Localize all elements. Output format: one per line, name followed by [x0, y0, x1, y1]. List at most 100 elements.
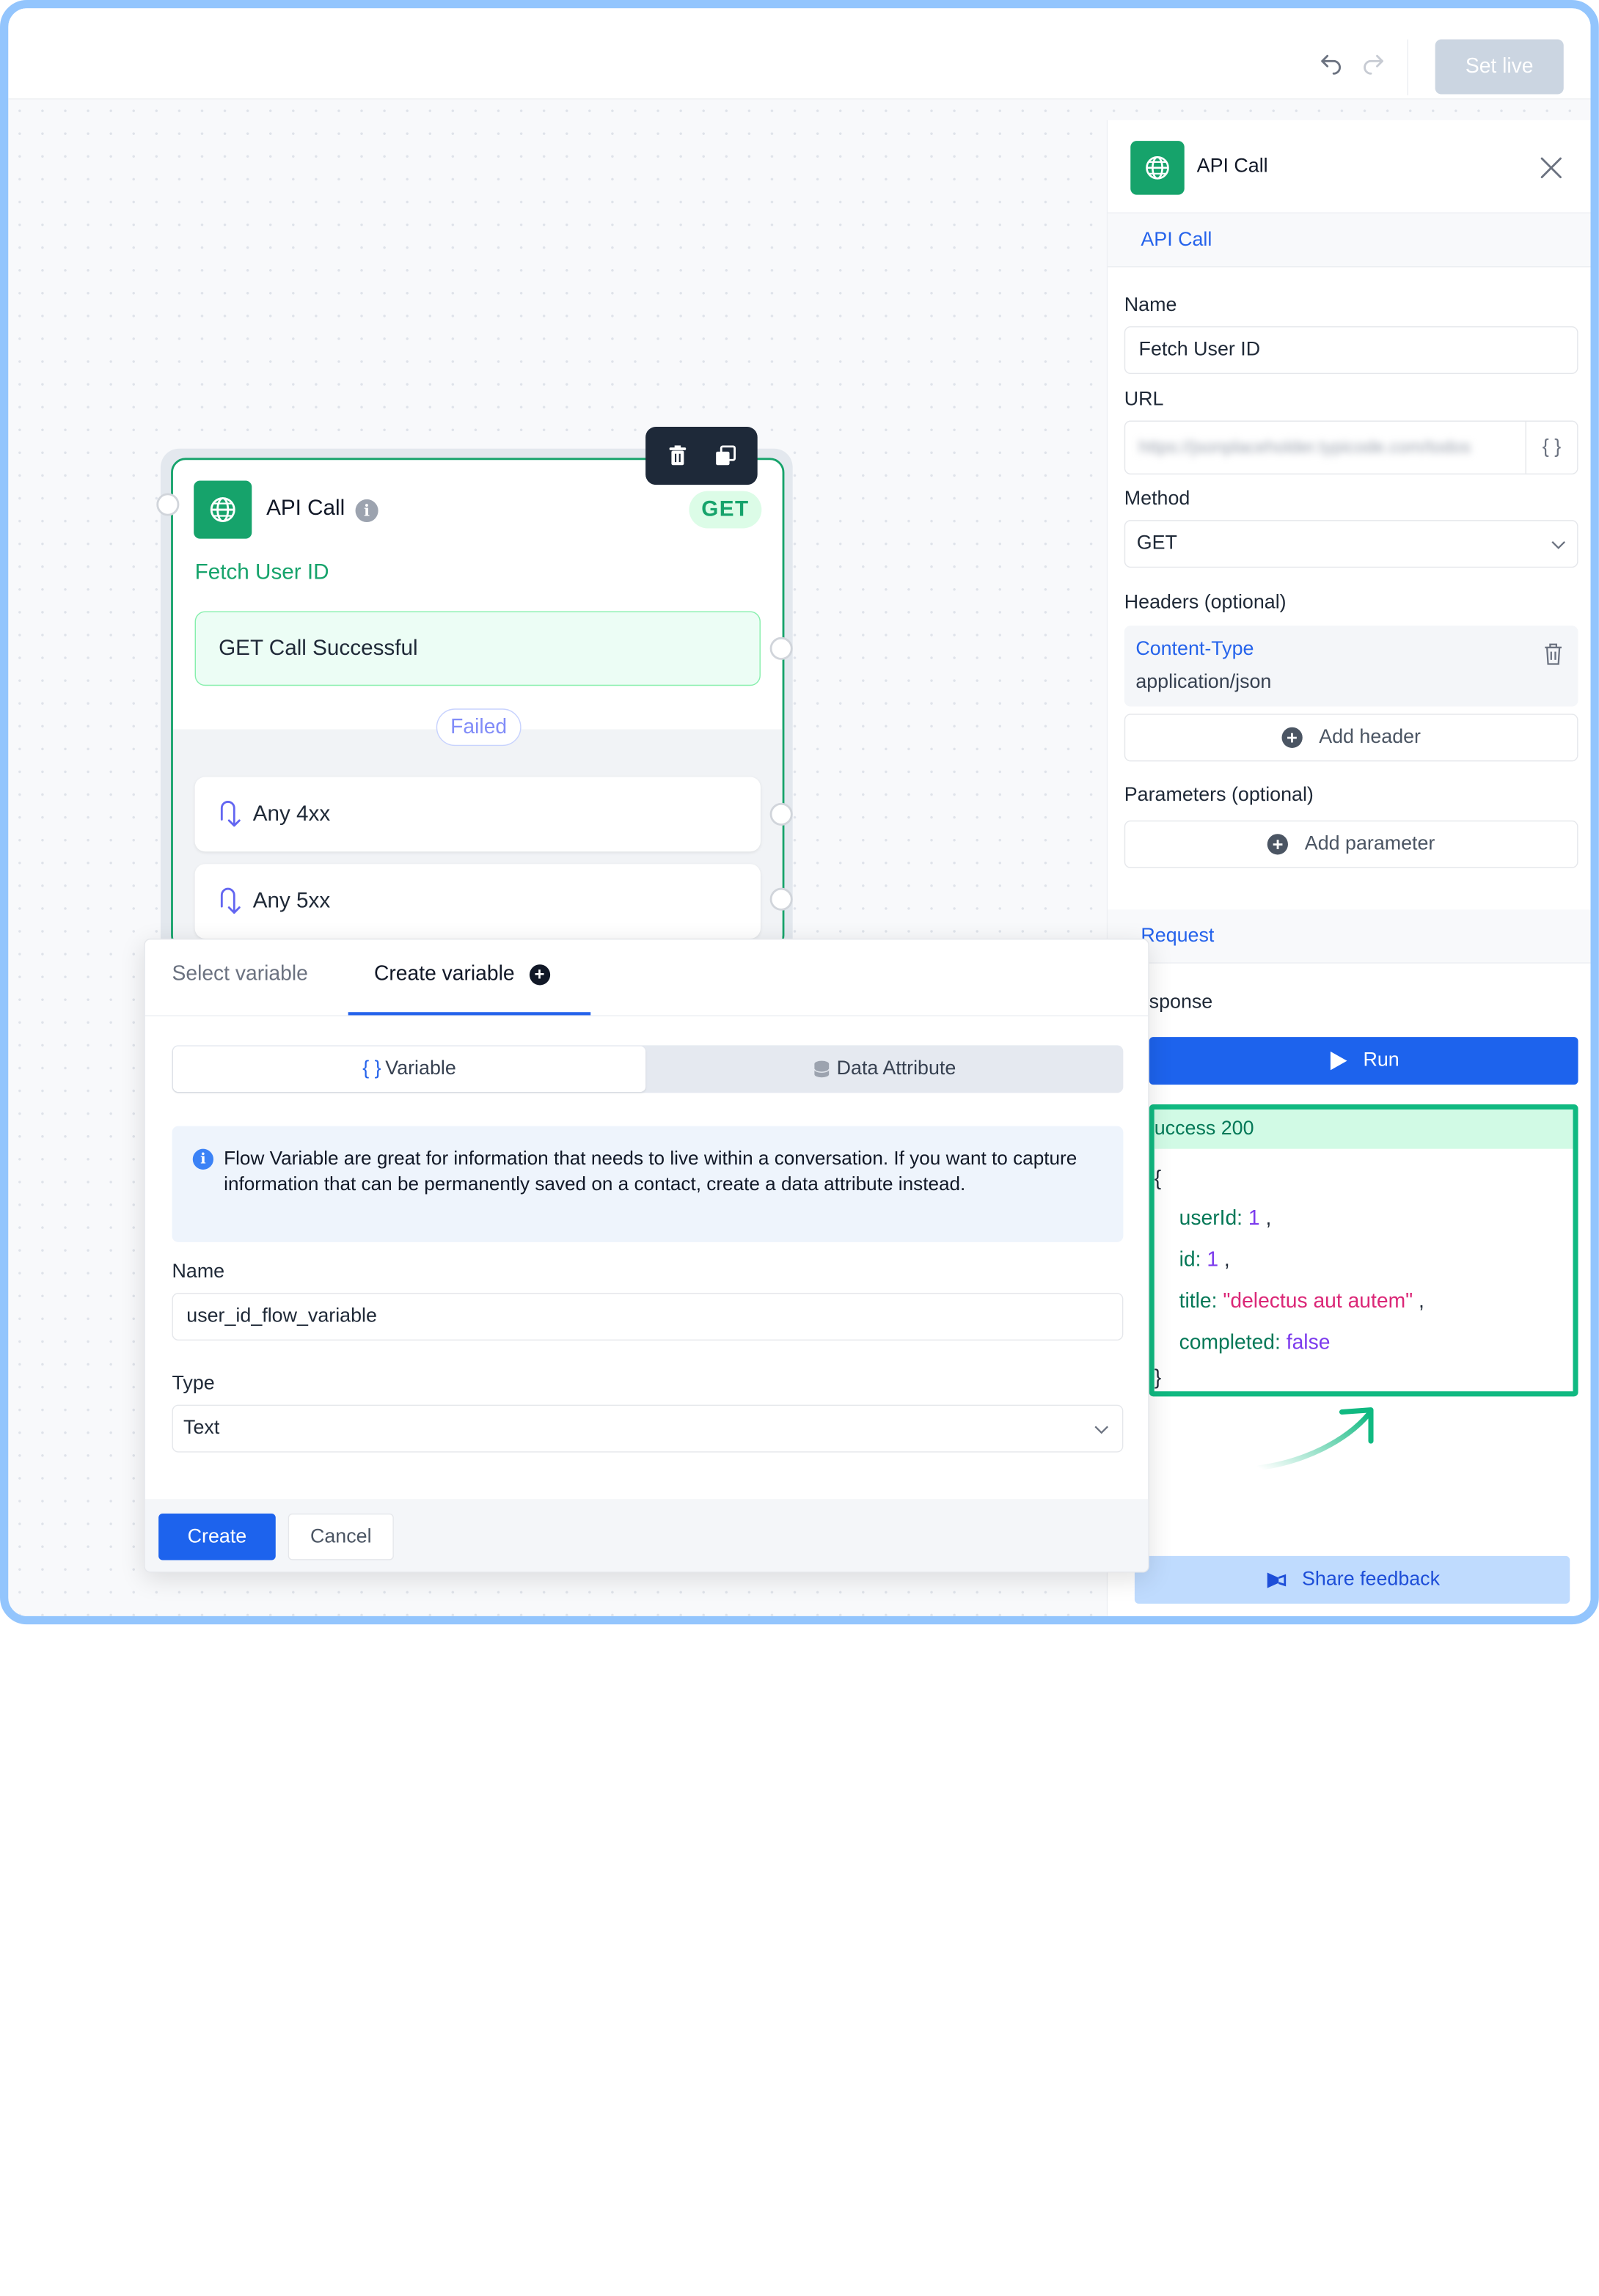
panel-header: API Call	[1108, 120, 1591, 214]
success-path-label: GET Call Successful	[219, 636, 418, 660]
error-path-4xx[interactable]: Any 4xx	[194, 777, 761, 852]
run-button[interactable]: Run	[1149, 1037, 1578, 1085]
globe-icon	[1130, 141, 1185, 195]
cancel-button[interactable]: Cancel	[288, 1513, 394, 1560]
add-parameter-button[interactable]: + Add parameter	[1124, 820, 1578, 868]
parameters-label: Parameters (optional)	[1124, 784, 1314, 807]
plus-circle-icon: +	[1267, 834, 1289, 855]
set-live-button[interactable]: Set live	[1435, 39, 1564, 95]
api-call-node[interactable]: API Call i GET Fetch User ID GET Call Su…	[171, 458, 785, 950]
info-callout: i Flow Variable are great for informatio…	[172, 1126, 1124, 1242]
run-label: Run	[1363, 1049, 1399, 1071]
success-path[interactable]: GET Call Successful	[194, 611, 761, 686]
node-toolbar	[645, 427, 758, 485]
trash-icon[interactable]	[665, 442, 692, 469]
share-feedback-button[interactable]: Share feedback	[1134, 1555, 1570, 1604]
trash-icon[interactable]	[1541, 640, 1566, 667]
undo-icon[interactable]	[1316, 50, 1345, 79]
method-select[interactable]: GET	[1124, 520, 1578, 568]
close-icon[interactable]	[1537, 153, 1566, 183]
json-line-title: title: "delectus aut autem" ,	[1179, 1289, 1424, 1313]
response-label: sponse	[1149, 991, 1213, 1013]
json-line-completed: completed: false	[1179, 1331, 1331, 1354]
variable-type-select[interactable]: Text	[172, 1404, 1124, 1453]
info-icon: i	[192, 1148, 214, 1170]
name-field-value: Fetch User ID	[1138, 338, 1261, 361]
name-field[interactable]: Fetch User ID	[1124, 326, 1578, 374]
node-name: Fetch User ID	[194, 560, 329, 584]
arrow-curve-icon	[1256, 1407, 1374, 1471]
toolbar-divider	[1407, 39, 1408, 95]
add-header-button[interactable]: + Add header	[1124, 714, 1578, 762]
variable-modal: Select variable Create variable + { } Va…	[144, 938, 1149, 1573]
info-icon[interactable]: i	[355, 499, 378, 523]
variable-type-value: Text	[183, 1417, 220, 1439]
top-bar: Set live	[8, 8, 1591, 100]
plus-circle-icon: +	[529, 964, 550, 985]
method-label: Method	[1124, 488, 1190, 510]
method-badge: GET	[689, 491, 762, 529]
header-row[interactable]: Content-Type application/json	[1124, 626, 1578, 707]
tab-create-variable[interactable]: Create variable +	[374, 962, 550, 986]
duplicate-icon[interactable]	[712, 442, 739, 469]
panel-title: API Call	[1196, 155, 1268, 177]
tab-create-variable-label: Create variable	[373, 962, 515, 986]
name-label: Name	[1124, 294, 1177, 316]
node-input-handle[interactable]	[156, 493, 180, 516]
active-tab-indicator	[348, 1012, 591, 1016]
failed-label: Failed	[436, 708, 522, 747]
info-callout-text: Flow Variable are great for information …	[224, 1146, 1077, 1195]
tab-select-variable[interactable]: Select variable	[172, 962, 308, 986]
error-path-label: Any 4xx	[252, 802, 331, 826]
url-field-value: https://jsonplaceholder.typicode.com/tod…	[1138, 437, 1471, 458]
add-header-label: Add header	[1319, 726, 1421, 748]
variable-name-label: Name	[172, 1261, 225, 1283]
play-icon	[1330, 1051, 1347, 1071]
5xx-output-handle[interactable]	[769, 887, 793, 911]
header-key: Content-Type	[1135, 638, 1254, 660]
branch-arrow-icon	[220, 887, 241, 914]
branch-arrow-icon	[220, 801, 241, 827]
plus-circle-icon: +	[1281, 727, 1303, 748]
modal-footer: Create Cancel	[144, 1499, 1149, 1572]
megaphone-icon	[1267, 1572, 1287, 1588]
section-api-call[interactable]: API Call	[1108, 213, 1591, 268]
4xx-output-handle[interactable]	[769, 802, 793, 826]
variable-tabs: Select variable Create variable +	[144, 939, 1149, 1016]
seg-data-attribute[interactable]: Data Attribute	[647, 1045, 1124, 1093]
share-feedback-label: Share feedback	[1301, 1568, 1441, 1591]
seg-variable[interactable]: { } Variable	[172, 1046, 646, 1092]
variable-name-field[interactable]: user_id_flow_variable	[172, 1293, 1124, 1341]
properties-panel: API Call API Call Name Fetch User ID URL…	[1106, 120, 1591, 1616]
json-line-userid: userId: 1 ,	[1179, 1206, 1272, 1230]
node-title: API Call	[266, 496, 345, 521]
braces-icon: { }	[362, 1057, 381, 1080]
response-output: uccess 200 { userId: 1 , id: 1 , title: …	[1149, 1104, 1578, 1397]
json-line-id: id: 1 ,	[1179, 1248, 1230, 1272]
url-field[interactable]: https://jsonplaceholder.typicode.com/tod…	[1124, 420, 1578, 475]
url-label: URL	[1124, 388, 1164, 411]
globe-icon	[194, 480, 252, 539]
chevron-down-icon	[1094, 1426, 1108, 1434]
json-close-brace: }	[1154, 1366, 1162, 1390]
error-path-5xx[interactable]: Any 5xx	[194, 864, 761, 939]
create-button[interactable]: Create	[158, 1513, 276, 1560]
add-parameter-label: Add parameter	[1304, 832, 1435, 855]
json-open-brace: {	[1154, 1167, 1162, 1191]
app-root: Set live API Call i GET Fetch User ID GE…	[0, 0, 1599, 2296]
variable-type-label: Type	[172, 1372, 215, 1395]
redo-icon[interactable]	[1359, 50, 1388, 79]
database-icon	[814, 1060, 830, 1078]
seg-variable-label: Variable	[385, 1057, 456, 1080]
seg-data-attribute-label: Data Attribute	[836, 1057, 956, 1080]
header-value: application/json	[1135, 671, 1272, 694]
response-status: uccess 200	[1154, 1110, 1573, 1149]
app-frame: Set live API Call i GET Fetch User ID GE…	[0, 0, 1599, 1625]
braces-icon[interactable]: { }	[1525, 421, 1577, 474]
variable-name-value: user_id_flow_variable	[186, 1305, 377, 1327]
headers-label: Headers (optional)	[1124, 591, 1287, 614]
section-request[interactable]: Request	[1108, 909, 1591, 964]
success-output-handle[interactable]	[769, 637, 793, 660]
error-path-label: Any 5xx	[252, 889, 331, 913]
variable-kind-toggle: { } Variable Data Attribute	[172, 1045, 1124, 1093]
